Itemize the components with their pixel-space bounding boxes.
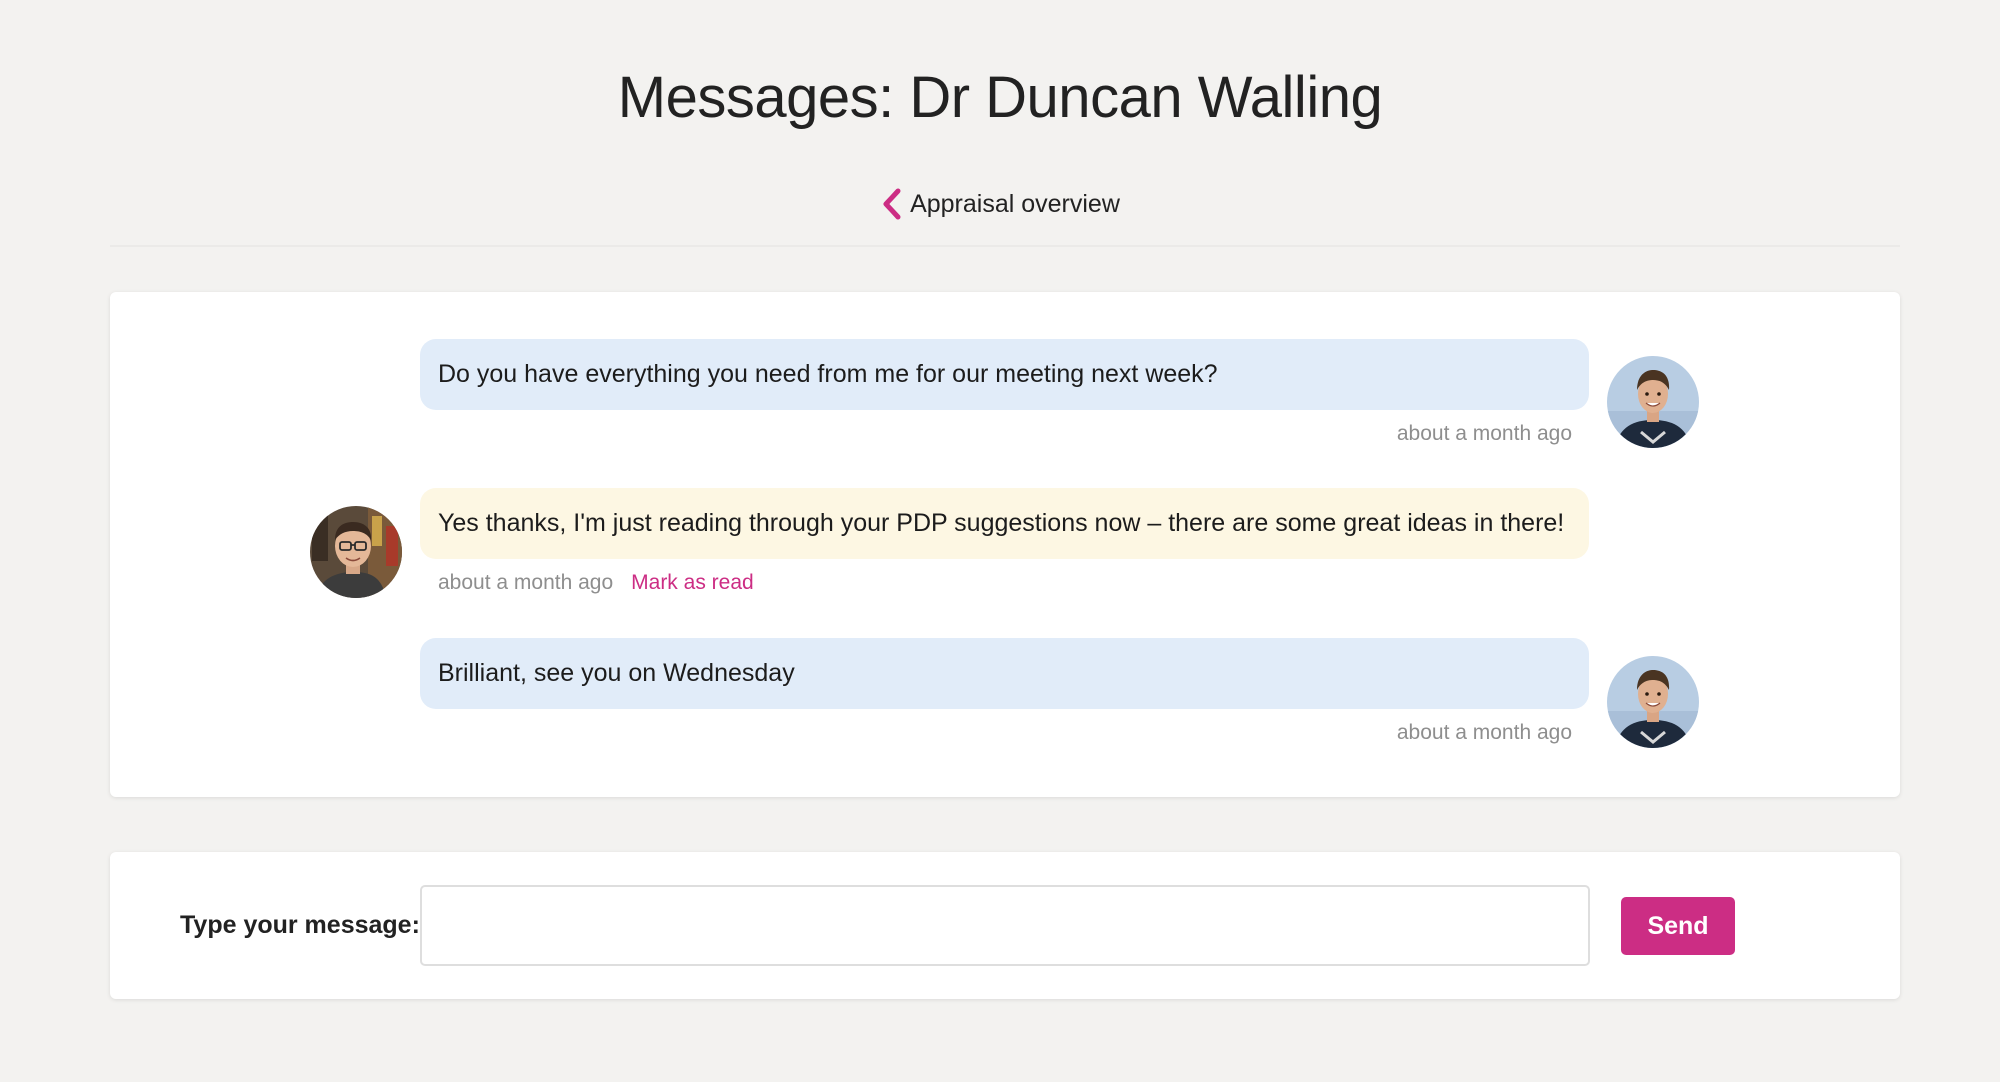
header-divider xyxy=(110,245,1900,247)
chevron-left-icon xyxy=(880,188,904,220)
messages-thread: Do you have everything you need from me … xyxy=(110,292,1900,797)
sender-avatar xyxy=(1607,356,1699,448)
mark-as-read-link[interactable]: Mark as read xyxy=(631,571,754,594)
send-button[interactable]: Send xyxy=(1621,897,1735,955)
recipient-avatar xyxy=(310,506,402,598)
message-text: Yes thanks, I'm just reading through you… xyxy=(438,509,1565,537)
message-timestamp: about a month ago xyxy=(1396,422,1572,445)
message-text: Brilliant, see you on Wednesday xyxy=(438,659,795,687)
page-title: Messages: Dr Duncan Walling xyxy=(617,65,1383,130)
message-bubble-received: Yes thanks, I'm just reading through you… xyxy=(420,488,1589,559)
message-bubble-sent: Brilliant, see you on Wednesday xyxy=(420,638,1589,709)
back-link-container: Appraisal overview xyxy=(0,186,2000,230)
back-link-label: Appraisal overview xyxy=(910,190,1120,218)
message-meta-row: about a month ago Mark as read xyxy=(438,569,754,597)
message-timestamp: about a month ago xyxy=(1396,721,1572,744)
message-text: Do you have everything you need from me … xyxy=(438,360,1218,388)
message-input[interactable] xyxy=(420,885,1590,966)
message-bubble-sent: Do you have everything you need from me … xyxy=(420,339,1589,410)
back-to-appraisal-overview-link[interactable]: Appraisal overview xyxy=(880,186,1120,222)
message-timestamp: about a month ago xyxy=(438,571,614,594)
compose-label: Type your message: xyxy=(180,911,420,939)
sender-avatar xyxy=(1607,656,1699,748)
compose-panel: Type your message: Send xyxy=(110,852,1900,999)
